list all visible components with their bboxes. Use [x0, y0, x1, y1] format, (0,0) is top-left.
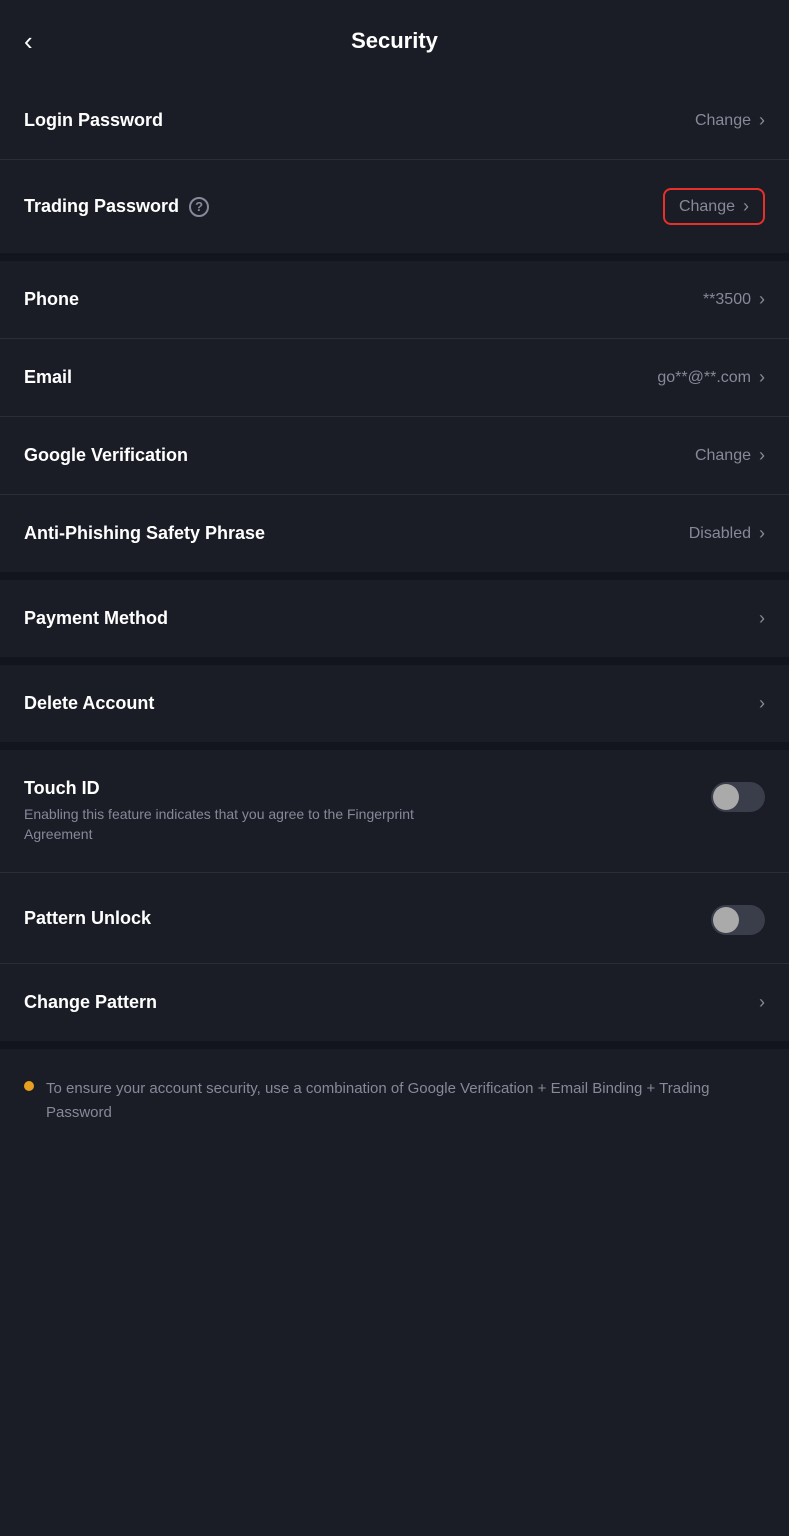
change-pattern-label: Change Pattern — [24, 992, 157, 1013]
google-verification-item[interactable]: Google Verification Change › — [0, 417, 789, 495]
touch-id-label: Touch ID — [24, 778, 695, 799]
email-label: Email — [24, 367, 72, 388]
touch-id-toggle-container[interactable] — [711, 782, 765, 812]
phone-chevron: › — [759, 289, 765, 310]
login-password-action: Change — [695, 112, 751, 130]
phone-label: Phone — [24, 289, 79, 310]
google-verification-chevron: › — [759, 445, 765, 466]
trading-password-help-icon[interactable]: ? — [189, 197, 209, 217]
phone-left: Phone — [24, 289, 79, 310]
email-left: Email — [24, 367, 72, 388]
anti-phishing-item[interactable]: Anti-Phishing Safety Phrase Disabled › — [0, 495, 789, 572]
google-verification-left: Google Verification — [24, 445, 188, 466]
email-value: go**@**.com — [657, 369, 751, 387]
phone-value: **3500 — [703, 291, 751, 309]
other-section: Payment Method › — [0, 580, 789, 657]
login-password-right: Change › — [695, 110, 765, 131]
payment-method-right: › — [759, 608, 765, 629]
google-verification-right: Change › — [695, 445, 765, 466]
touch-id-text: Touch ID Enabling this feature indicates… — [24, 778, 695, 844]
trading-password-change-button[interactable]: Change › — [663, 188, 765, 225]
footer-dot-icon — [24, 1081, 34, 1091]
payment-method-label: Payment Method — [24, 608, 168, 629]
page-title: Security — [351, 28, 438, 54]
anti-phishing-chevron: › — [759, 523, 765, 544]
login-password-chevron: › — [759, 110, 765, 131]
delete-account-chevron: › — [759, 693, 765, 714]
anti-phishing-label: Anti-Phishing Safety Phrase — [24, 523, 265, 544]
phone-item[interactable]: Phone **3500 › — [0, 261, 789, 339]
payment-method-chevron: › — [759, 608, 765, 629]
trading-password-chevron: › — [743, 196, 749, 217]
payment-method-left: Payment Method — [24, 608, 168, 629]
divider-1 — [0, 253, 789, 261]
phone-right: **3500 › — [703, 289, 765, 310]
trading-password-item[interactable]: Trading Password ? Change › — [0, 160, 789, 253]
divider-2 — [0, 572, 789, 580]
google-verification-label: Google Verification — [24, 445, 188, 466]
delete-account-item[interactable]: Delete Account › — [0, 665, 789, 742]
delete-account-left: Delete Account — [24, 693, 154, 714]
payment-method-item[interactable]: Payment Method › — [0, 580, 789, 657]
delete-account-label: Delete Account — [24, 693, 154, 714]
touch-id-toggle-knob — [713, 784, 739, 810]
touch-id-toggle[interactable] — [711, 782, 765, 812]
anti-phishing-left: Anti-Phishing Safety Phrase — [24, 523, 265, 544]
trading-password-left: Trading Password ? — [24, 196, 209, 217]
trading-password-action: Change — [679, 198, 735, 216]
account-section: Phone **3500 › Email go**@**.com › Googl… — [0, 261, 789, 572]
change-pattern-right: › — [759, 992, 765, 1013]
pattern-unlock-label: Pattern Unlock — [24, 908, 151, 929]
change-pattern-left: Change Pattern — [24, 992, 157, 1013]
anti-phishing-action: Disabled — [689, 525, 751, 543]
page-header: ‹ Security — [0, 0, 789, 82]
change-pattern-item[interactable]: Change Pattern › — [0, 964, 789, 1041]
login-password-item[interactable]: Login Password Change › — [0, 82, 789, 160]
touch-id-section: Touch ID Enabling this feature indicates… — [0, 750, 789, 873]
pattern-unlock-toggle-knob — [713, 907, 739, 933]
pattern-unlock-item[interactable]: Pattern Unlock — [0, 873, 789, 964]
passwords-section: Login Password Change › Trading Password… — [0, 82, 789, 253]
touch-id-subtitle: Enabling this feature indicates that you… — [24, 805, 464, 844]
trading-password-label: Trading Password — [24, 196, 179, 217]
login-password-label: Login Password — [24, 110, 163, 131]
google-verification-action: Change — [695, 447, 751, 465]
pattern-unlock-toggle-container[interactable] — [711, 905, 765, 935]
email-item[interactable]: Email go**@**.com › — [0, 339, 789, 417]
email-chevron: › — [759, 367, 765, 388]
delete-account-right: › — [759, 693, 765, 714]
divider-5 — [0, 1041, 789, 1049]
divider-4 — [0, 742, 789, 750]
change-pattern-section: Change Pattern › — [0, 964, 789, 1041]
delete-section: Delete Account › — [0, 665, 789, 742]
divider-3 — [0, 657, 789, 665]
pattern-unlock-toggle[interactable] — [711, 905, 765, 935]
footer-text: To ensure your account security, use a c… — [46, 1077, 765, 1125]
footer-note: To ensure your account security, use a c… — [0, 1049, 789, 1153]
email-right: go**@**.com › — [657, 367, 765, 388]
back-button[interactable]: ‹ — [24, 26, 33, 57]
login-password-left: Login Password — [24, 110, 163, 131]
anti-phishing-right: Disabled › — [689, 523, 765, 544]
touch-id-row: Touch ID Enabling this feature indicates… — [24, 778, 765, 844]
change-pattern-chevron: › — [759, 992, 765, 1013]
